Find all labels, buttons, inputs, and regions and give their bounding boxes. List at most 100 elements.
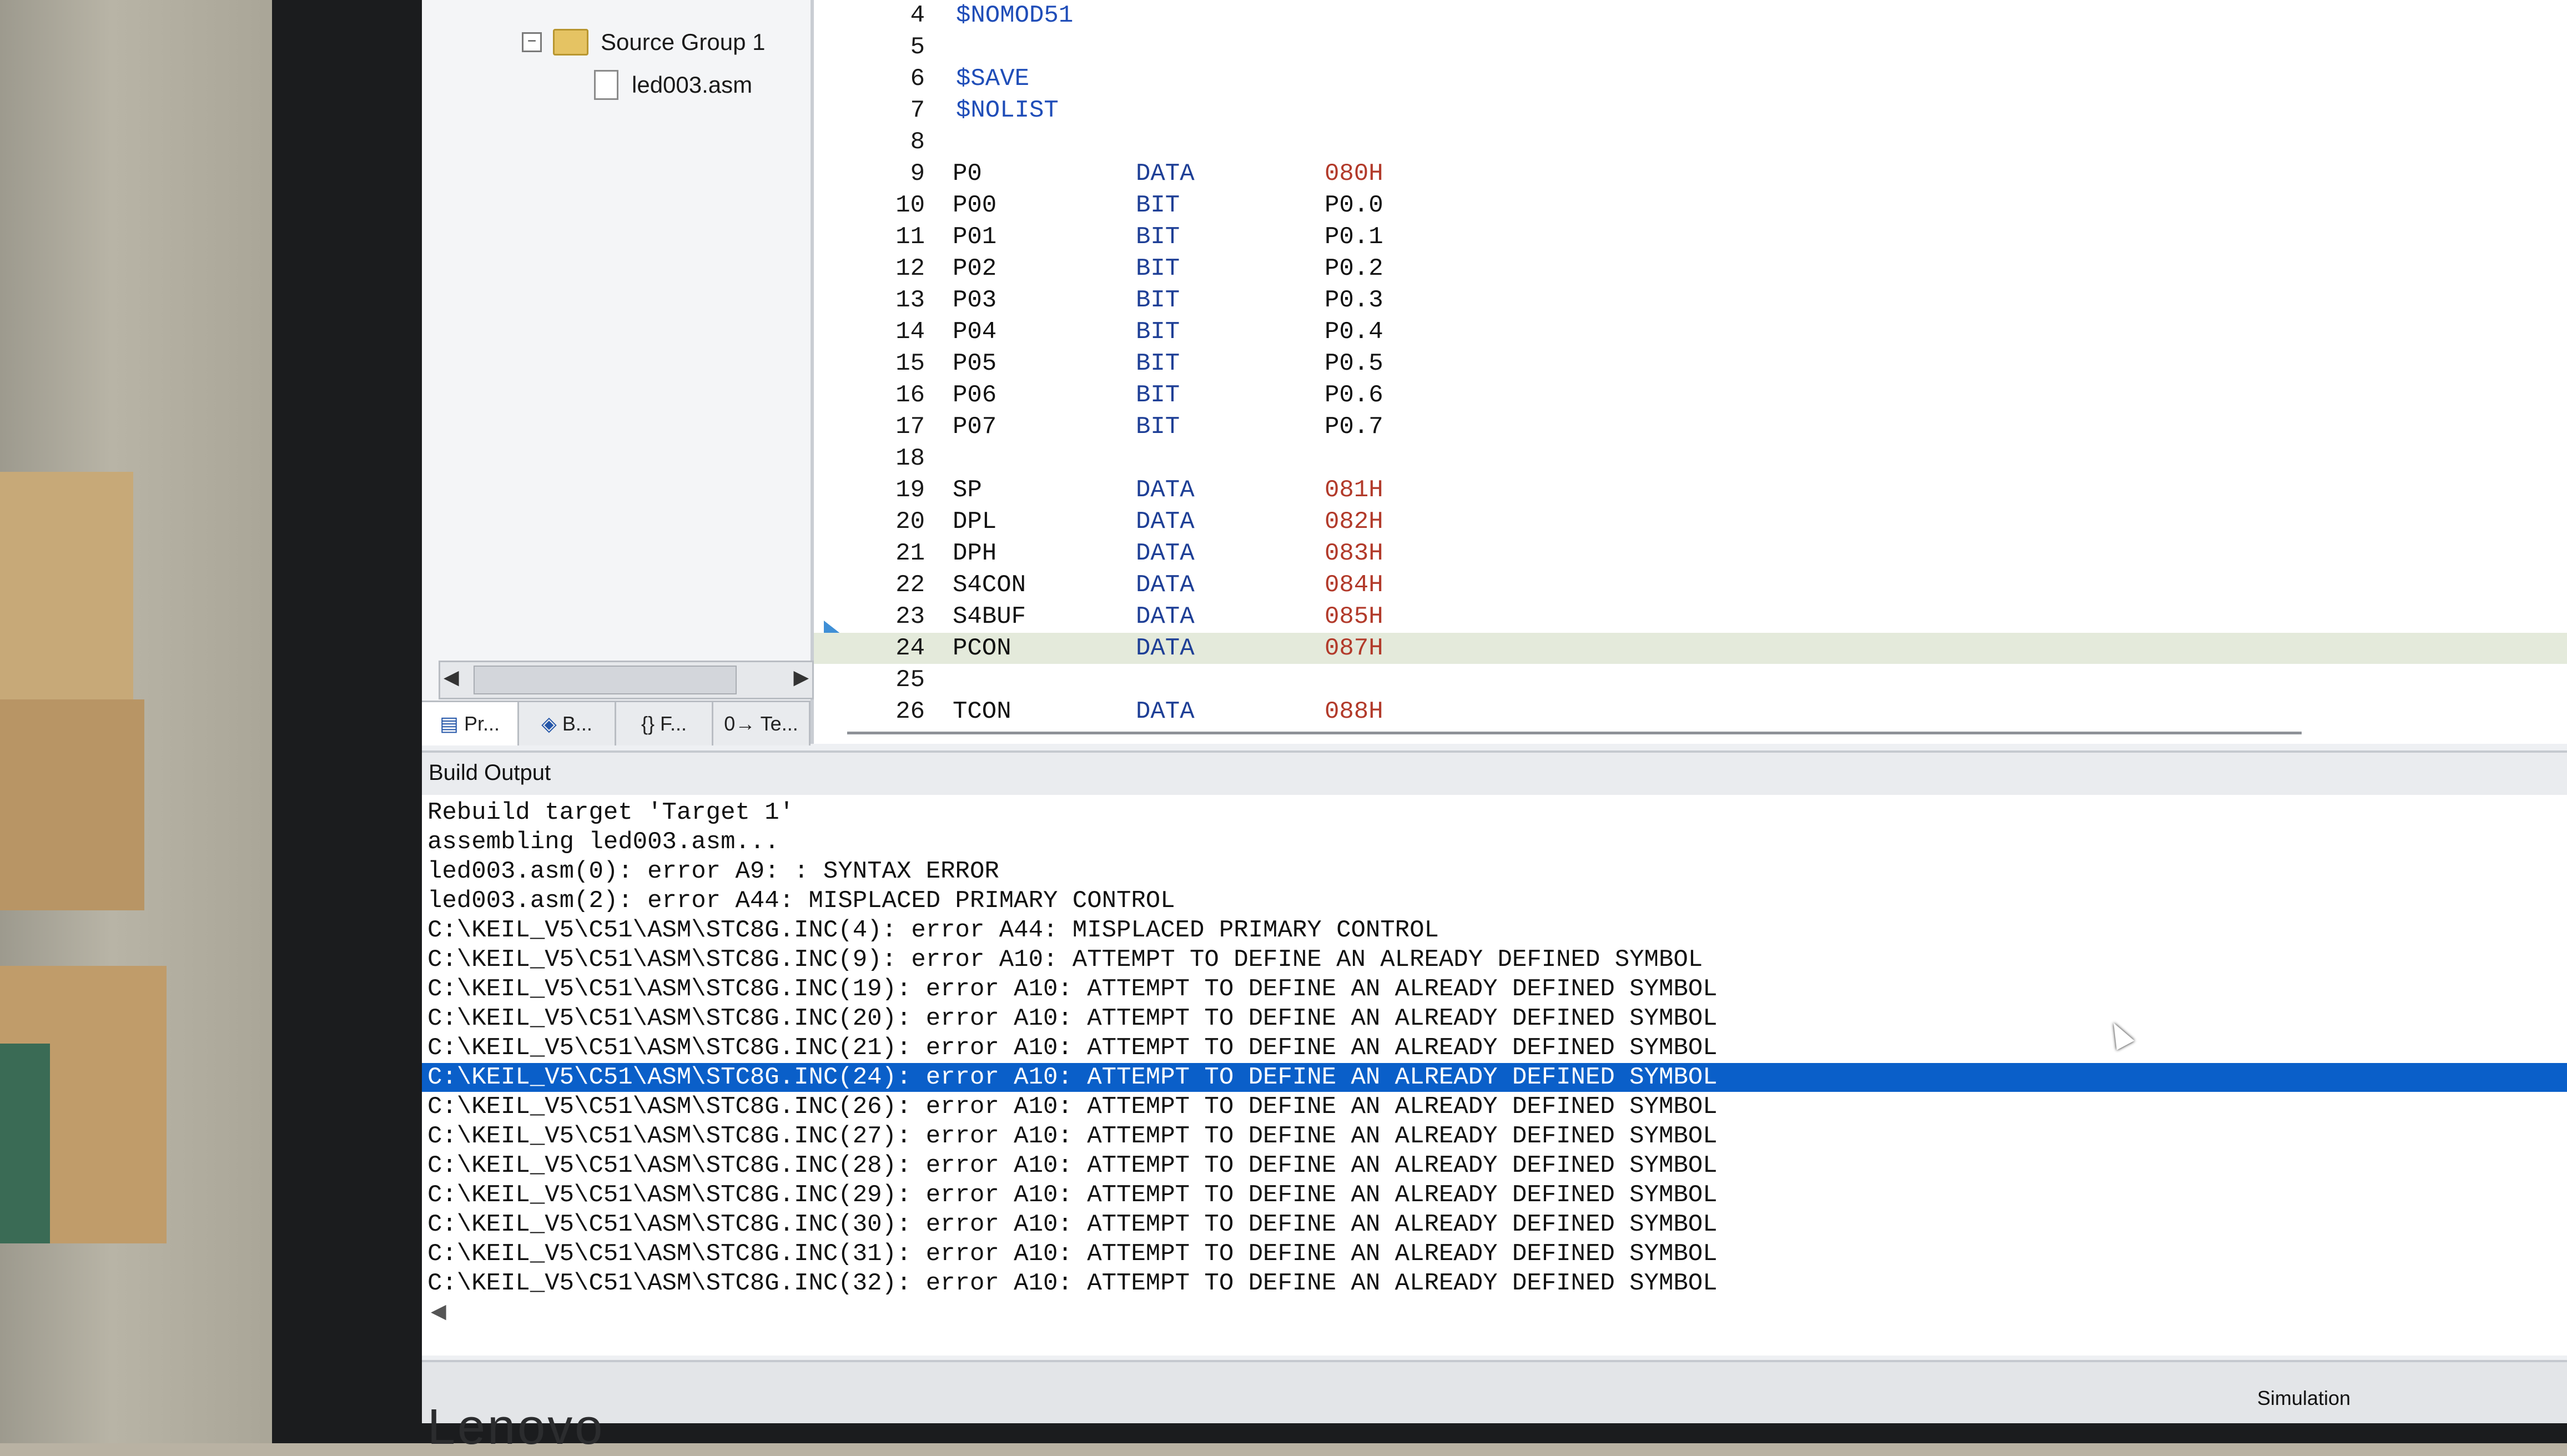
tab-label: {} F... (641, 712, 687, 735)
symbol-value: 081H (1325, 476, 1383, 504)
code-line[interactable]: 13 P03 BIT P0.3 (814, 285, 2567, 316)
code-line[interactable]: 21 DPH DATA 083H (814, 538, 2567, 569)
background-book (0, 1044, 50, 1243)
scroll-left-icon[interactable]: ◀ (431, 1300, 446, 1324)
line-number: 12 (895, 255, 925, 283)
tab-functions[interactable]: {} F... (616, 702, 713, 745)
line-number: 16 (895, 381, 925, 409)
line-number: 20 (895, 508, 925, 536)
line-number: 10 (895, 192, 925, 219)
symbol-value: 083H (1325, 540, 1383, 567)
symbol-type: BIT (1136, 318, 1180, 346)
line-number: 13 (895, 286, 925, 314)
symbol-type: BIT (1136, 413, 1180, 441)
code-line[interactable]: 16 P06 BIT P0.6 (814, 380, 2567, 411)
line-number: 17 (895, 413, 925, 441)
build-output-line[interactable]: C:\KEIL_V5\C51\ASM\STC8G.INC(31): error … (427, 1240, 1718, 1268)
symbol-value: P0.3 (1325, 286, 1383, 314)
line-number: 8 (910, 128, 925, 156)
code-line[interactable]: 20 DPL DATA 082H (814, 506, 2567, 537)
build-output-line[interactable]: C:\KEIL_V5\C51\ASM\STC8G.INC(30): error … (427, 1210, 1718, 1239)
build-output-line[interactable]: led003.asm(0): error A9: : SYNTAX ERROR (427, 857, 999, 886)
code-line[interactable]: 5 (814, 32, 2567, 63)
symbol-type: DATA (1136, 160, 1195, 188)
code-line[interactable]: 25 (814, 664, 2567, 696)
tree-item-file[interactable]: led003.asm (594, 70, 752, 100)
code-line[interactable]: 6 $SAVE (814, 63, 2567, 94)
tree-item-source-group[interactable]: − Source Group 1 (522, 29, 766, 56)
collapse-icon[interactable]: − (522, 32, 542, 52)
build-output-line[interactable]: assembling led003.asm... (427, 828, 779, 857)
build-output-line[interactable]: C:\KEIL_V5\C51\ASM\STC8G.INC(32): error … (427, 1269, 1718, 1298)
code-line[interactable]: 11 P01 BIT P0.1 (814, 221, 2567, 253)
build-output-line[interactable]: C:\KEIL_V5\C51\ASM\STC8G.INC(24): error … (422, 1063, 2567, 1092)
build-output-line[interactable]: C:\KEIL_V5\C51\ASM\STC8G.INC(4): error A… (427, 916, 1439, 945)
build-output-line[interactable]: C:\KEIL_V5\C51\ASM\STC8G.INC(9): error A… (427, 945, 1703, 974)
symbol-type: BIT (1136, 286, 1180, 314)
build-output-pane[interactable]: ◀ Rebuild target 'Target 1' assembling le… (422, 795, 2567, 1356)
tab-project[interactable]: ▤ Pr... (422, 702, 519, 745)
code-line[interactable]: 24 PCON DATA 087H (814, 633, 2567, 664)
code-line[interactable]: 23 S4BUF DATA 085H (814, 601, 2567, 632)
scrollbar-thumb[interactable] (474, 666, 737, 694)
build-output-title: Build Output (429, 760, 551, 785)
symbol-value: P0.0 (1325, 192, 1383, 219)
editor-divider (847, 732, 2302, 734)
tab-books[interactable]: ◈ B... (519, 702, 616, 745)
line-number: 18 (895, 445, 925, 472)
symbol-name: P02 (953, 255, 997, 283)
books-icon: ◈ (541, 712, 557, 735)
code-line[interactable]: 22 S4CON DATA 084H (814, 570, 2567, 601)
tab-templates[interactable]: 0→ Te... (713, 702, 811, 745)
build-output-line[interactable]: C:\KEIL_V5\C51\ASM\STC8G.INC(27): error … (427, 1122, 1718, 1151)
tab-label: Pr... (464, 712, 500, 735)
code-line[interactable]: 12 P02 BIT P0.2 (814, 253, 2567, 284)
tree-item-label: Source Group 1 (601, 29, 766, 55)
folder-icon (553, 29, 588, 56)
code-line[interactable]: 15 P05 BIT P0.5 (814, 348, 2567, 379)
code-editor[interactable]: 4 $NOMOD51 5 6 $SAVE 7 $NOLIST 8 9 P0 DATA 080H 10 P0… (814, 0, 2567, 744)
tab-label: B... (562, 712, 592, 735)
symbol-value: P0.4 (1325, 318, 1383, 346)
horizontal-scrollbar[interactable]: ◀ ▶ (439, 661, 814, 699)
build-output-line[interactable]: C:\KEIL_V5\C51\ASM\STC8G.INC(20): error … (427, 1004, 1718, 1033)
symbol-value: 088H (1325, 698, 1383, 726)
code-line[interactable]: 8 (814, 127, 2567, 158)
monitor-brand-logo: Lenovo (427, 1399, 605, 1455)
build-output-line[interactable]: C:\KEIL_V5\C51\ASM\STC8G.INC(28): error … (427, 1151, 1718, 1180)
status-bar: Simulation (422, 1360, 2567, 1423)
code-line[interactable]: 17 P07 BIT P0.7 (814, 411, 2567, 442)
scroll-right-icon[interactable]: ▶ (793, 666, 809, 689)
symbol-name: S4BUF (953, 603, 1026, 631)
build-output-line[interactable]: C:\KEIL_V5\C51\ASM\STC8G.INC(26): error … (427, 1092, 1718, 1121)
file-icon (594, 70, 618, 100)
symbol-type: BIT (1136, 381, 1180, 409)
code-line[interactable]: 14 P04 BIT P0.4 (814, 316, 2567, 347)
code-line[interactable]: 10 P00 BIT P0.0 (814, 190, 2567, 221)
symbol-name: P07 (953, 413, 997, 441)
code-line[interactable]: 19 SP DATA 081H (814, 475, 2567, 506)
symbol-type: DATA (1136, 540, 1195, 567)
background-box (0, 699, 144, 910)
symbol-name: P0 (953, 160, 982, 188)
build-output-line[interactable]: led003.asm(2): error A44: MISPLACED PRIM… (427, 886, 1175, 915)
code-line[interactable]: 26 TCON DATA 088H (814, 696, 2567, 727)
code-line[interactable]: 7 $NOLIST (814, 95, 2567, 126)
symbol-value: 084H (1325, 571, 1383, 599)
symbol-type: DATA (1136, 634, 1195, 662)
build-output-line[interactable]: C:\KEIL_V5\C51\ASM\STC8G.INC(19): error … (427, 975, 1718, 1004)
code-line[interactable]: 18 (814, 443, 2567, 474)
symbol-value: 085H (1325, 603, 1383, 631)
build-output-line[interactable]: C:\KEIL_V5\C51\ASM\STC8G.INC(21): error … (427, 1034, 1718, 1062)
line-number: 24 (895, 634, 925, 662)
symbol-name: P03 (953, 286, 997, 314)
symbol-type: DATA (1136, 698, 1195, 726)
code-line[interactable]: 4 $NOMOD51 (814, 0, 2567, 31)
build-output-line[interactable]: Rebuild target 'Target 1' (427, 798, 794, 827)
tree-item-label: led003.asm (632, 72, 753, 98)
symbol-name: P00 (953, 192, 997, 219)
build-output-line[interactable]: C:\KEIL_V5\C51\ASM\STC8G.INC(29): error … (427, 1181, 1718, 1210)
scroll-left-icon[interactable]: ◀ (444, 666, 459, 689)
symbol-type: DATA (1136, 571, 1195, 599)
code-line[interactable]: 9 P0 DATA 080H (814, 158, 2567, 189)
